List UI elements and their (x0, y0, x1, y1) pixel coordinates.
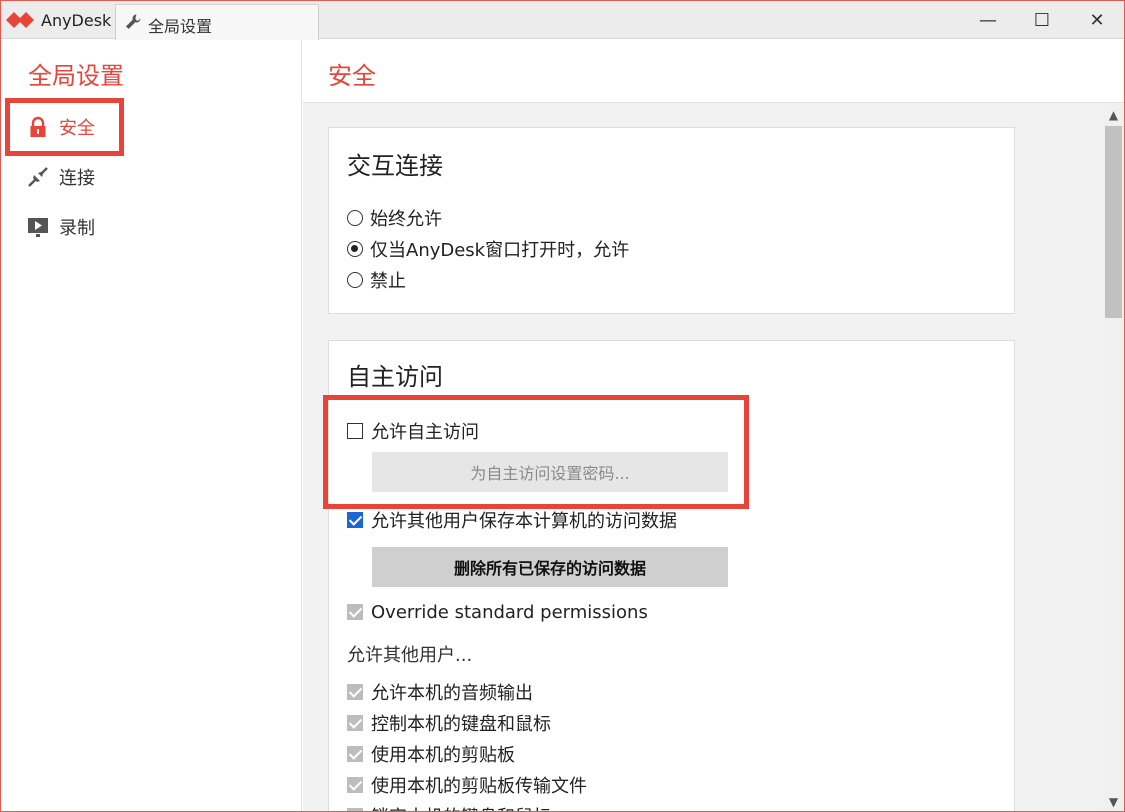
radio-label: 禁止 (370, 271, 406, 292)
checkbox[interactable] (347, 808, 363, 811)
radio-label: 始终允许 (370, 209, 442, 230)
sidebar-item-connection[interactable]: 连接 (7, 152, 297, 200)
radio-always-allow[interactable]: 始终允许 (347, 206, 442, 230)
panel-title: 交互连接 (347, 152, 443, 180)
sidebar-title: 全局设置 (28, 62, 124, 90)
maximize-icon: ☐ (1033, 9, 1051, 31)
delete-saved-access-button[interactable]: 删除所有已保存的访问数据 (372, 547, 728, 587)
checkbox[interactable] (347, 604, 363, 620)
vertical-scrollbar[interactable]: ▲ ▼ (1103, 104, 1124, 811)
anydesk-logo-icon (6, 12, 34, 28)
main-header: 安全 (303, 40, 1124, 103)
minimize-icon: — (979, 9, 997, 31)
checkbox-label: 使用本机的剪贴板 (371, 745, 515, 766)
checkbox[interactable] (347, 684, 363, 700)
checkbox-label: 允许本机的音频输出 (371, 683, 533, 704)
radio-allow-when-open[interactable]: 仅当AnyDesk窗口打开时，允许 (347, 237, 629, 261)
tab-label: 全局设置 (148, 17, 213, 36)
panel-title: 自主访问 (347, 363, 443, 391)
checkbox[interactable] (347, 512, 363, 528)
highlight-box-unattended (323, 395, 749, 509)
allow-others-label: 允许其他用户... (347, 645, 473, 666)
app-name: AnyDesk (41, 11, 112, 30)
sidebar-item-recording[interactable]: 录制 (7, 202, 297, 250)
title-bar: AnyDesk 全局设置 — ☐ ✕ (1, 1, 1124, 40)
allow-save-access-checkbox[interactable]: 允许其他用户保存本计算机的访问数据 (347, 508, 677, 532)
permission-clipboard-files-checkbox[interactable]: 使用本机的剪贴板传输文件 (347, 773, 587, 797)
sidebar-item-label: 连接 (59, 168, 95, 189)
scrollbar-thumb[interactable] (1105, 126, 1122, 318)
radio-button[interactable] (347, 272, 363, 288)
checkbox-label: 使用本机的剪贴板传输文件 (371, 776, 587, 797)
recording-icon (28, 218, 48, 237)
checkbox[interactable] (347, 777, 363, 793)
permission-audio-checkbox[interactable]: 允许本机的音频输出 (347, 680, 533, 704)
scroll-up-icon[interactable]: ▲ (1103, 106, 1124, 124)
minimize-button[interactable]: — (961, 1, 1015, 39)
maximize-button[interactable]: ☐ (1015, 1, 1069, 39)
override-permissions-checkbox[interactable]: Override standard permissions (347, 600, 648, 624)
anydesk-window: AnyDesk 全局设置 — ☐ ✕ 全局设置 安全 连接 录制 安全 交互连接… (0, 0, 1125, 812)
radio-disallow[interactable]: 禁止 (347, 268, 406, 292)
permission-lock-input-checkbox[interactable]: 锁定本机的键盘和鼠标 (347, 803, 551, 811)
radio-button[interactable] (347, 210, 363, 226)
sidebar-item-label: 录制 (59, 218, 95, 239)
scroll-down-icon[interactable]: ▼ (1103, 793, 1124, 811)
tab-global-settings[interactable]: 全局设置 (115, 4, 319, 40)
close-icon: ✕ (1089, 9, 1105, 31)
checkbox[interactable] (347, 715, 363, 731)
checkbox-label: 锁定本机的键盘和鼠标 (371, 803, 551, 811)
checkbox-label: 控制本机的键盘和鼠标 (371, 714, 551, 735)
interactive-access-panel: 交互连接 始终允许 仅当AnyDesk窗口打开时，允许 禁止 (328, 127, 1015, 314)
checkbox-label: Override standard permissions (371, 601, 648, 623)
highlight-box-security (5, 98, 124, 156)
checkbox-label: 允许其他用户保存本计算机的访问数据 (371, 511, 677, 532)
permission-clipboard-checkbox[interactable]: 使用本机的剪贴板 (347, 742, 515, 766)
checkbox[interactable] (347, 746, 363, 762)
close-button[interactable]: ✕ (1070, 1, 1124, 39)
permission-keyboard-mouse-checkbox[interactable]: 控制本机的键盘和鼠标 (347, 711, 551, 735)
wrench-icon (126, 14, 141, 29)
radio-button[interactable] (347, 241, 363, 257)
radio-label: 仅当AnyDesk窗口打开时，允许 (370, 240, 630, 261)
page-title: 安全 (328, 62, 376, 90)
connection-icon (28, 167, 48, 187)
